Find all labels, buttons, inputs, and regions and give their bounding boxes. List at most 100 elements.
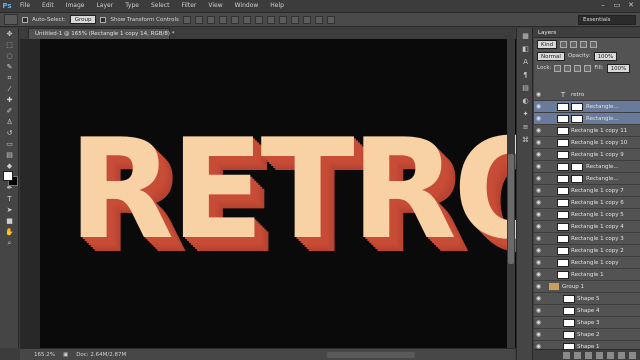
distribute-middle-icon[interactable] xyxy=(266,15,275,24)
crop-tool-icon[interactable]: ⌗ xyxy=(5,74,14,83)
layer-mask-thumbnail[interactable] xyxy=(571,162,583,171)
distribute-left-icon[interactable] xyxy=(290,15,299,24)
visibility-eye-icon[interactable]: ◉ xyxy=(534,199,543,206)
visibility-eye-icon[interactable]: ◉ xyxy=(534,103,543,110)
layer-mask-thumbnail[interactable] xyxy=(571,174,583,183)
align-top-icon[interactable] xyxy=(182,15,191,24)
layer-row[interactable]: ◉ Tretro xyxy=(534,89,640,101)
healing-brush-icon[interactable]: ✚ xyxy=(5,96,14,105)
layer-row[interactable]: ◉ Rectangle... xyxy=(534,113,640,125)
lock-all-icon[interactable] xyxy=(584,64,592,72)
menu-file[interactable]: File xyxy=(14,0,36,11)
align-bottom-icon[interactable] xyxy=(206,15,215,24)
zoom-level[interactable]: 165.2% xyxy=(34,352,55,358)
layer-row[interactable]: ◉ Rectangle 1 copy 6 xyxy=(534,197,640,209)
menu-select[interactable]: Select xyxy=(145,0,176,11)
align-middle-icon[interactable] xyxy=(194,15,203,24)
menu-view[interactable]: View xyxy=(202,0,228,11)
filter-type-icon[interactable] xyxy=(580,40,588,48)
visibility-eye-icon[interactable]: ◉ xyxy=(534,247,543,254)
layer-row[interactable]: ◉ Group 1 xyxy=(534,281,640,293)
visibility-eye-icon[interactable]: ◉ xyxy=(534,331,543,338)
adjustments-panel-icon[interactable]: ◐ xyxy=(521,97,530,106)
link-layers-icon[interactable] xyxy=(563,351,570,359)
visibility-eye-icon[interactable]: ◉ xyxy=(534,319,543,326)
layer-row[interactable]: ◉ Rectangle 1 copy 4 xyxy=(534,221,640,233)
layer-filter-kind[interactable]: Kind xyxy=(537,39,558,49)
layer-row[interactable]: ◉ Rectangle 1 xyxy=(534,269,640,281)
move-tool-icon[interactable]: ✥ xyxy=(5,30,14,39)
menu-edit[interactable]: Edit xyxy=(36,0,60,11)
visibility-eye-icon[interactable]: ◉ xyxy=(534,283,543,290)
filter-pixel-icon[interactable] xyxy=(560,40,568,48)
visibility-eye-icon[interactable]: ◉ xyxy=(534,259,543,266)
hand-tool-icon[interactable]: ✋ xyxy=(5,228,14,237)
layer-mask-thumbnail[interactable] xyxy=(571,102,583,111)
canvas[interactable]: RETRO xyxy=(40,39,527,348)
vertical-scroll-thumb[interactable] xyxy=(508,154,514,264)
distribute-right-icon[interactable] xyxy=(314,15,323,24)
layer-row[interactable]: ◉ Rectangle 1 copy 2 xyxy=(534,245,640,257)
visibility-eye-icon[interactable]: ◉ xyxy=(534,163,543,170)
layer-row[interactable]: ◉ Shape 4 xyxy=(534,305,640,317)
paths-panel-icon[interactable]: ⌘ xyxy=(521,136,530,145)
menu-filter[interactable]: Filter xyxy=(176,0,203,11)
delete-layer-icon[interactable] xyxy=(629,351,636,359)
vertical-scrollbar[interactable] xyxy=(507,39,515,348)
distribute-bottom-icon[interactable] xyxy=(278,15,287,24)
layer-row[interactable]: ◉ Rectangle... xyxy=(534,161,640,173)
horizontal-scrollbar[interactable] xyxy=(327,352,415,358)
zoom-tool-icon[interactable]: ⌕ xyxy=(5,239,14,248)
lasso-tool-icon[interactable]: ◌ xyxy=(5,52,14,61)
eyedropper-tool-icon[interactable]: ⁄ xyxy=(5,85,14,94)
close-button[interactable]: ✕ xyxy=(626,1,636,9)
layer-row[interactable]: ◉ Rectangle 1 copy 7 xyxy=(534,185,640,197)
paragraph-panel-icon[interactable]: ¶ xyxy=(521,71,530,80)
swatches-panel-icon[interactable]: ▤ xyxy=(521,84,530,93)
properties-panel-icon[interactable]: ◧ xyxy=(521,45,530,54)
layer-row[interactable]: ◉ Shape 2 xyxy=(534,329,640,341)
character-panel-icon[interactable]: A xyxy=(521,58,530,67)
visibility-eye-icon[interactable]: ◉ xyxy=(534,127,543,134)
clone-stamp-icon[interactable]: ♙ xyxy=(5,118,14,127)
history-panel-icon[interactable]: ▦ xyxy=(521,32,530,41)
align-right-icon[interactable] xyxy=(242,15,251,24)
adjustment-layer-icon[interactable] xyxy=(596,351,603,359)
visibility-eye-icon[interactable]: ◉ xyxy=(534,307,543,314)
document-tab[interactable]: Untitled-1 @ 165% (Rectangle 1 copy 14, … xyxy=(28,28,174,39)
new-group-icon[interactable] xyxy=(607,351,614,359)
align-center-icon[interactable] xyxy=(230,15,239,24)
auto-select-dropdown[interactable]: Group xyxy=(69,15,97,24)
path-select-icon[interactable]: ➤ xyxy=(5,206,14,215)
layer-mask-thumbnail[interactable] xyxy=(571,114,583,123)
layer-row[interactable]: ◉ Shape 5 xyxy=(534,293,640,305)
layer-row[interactable]: ◉ Rectangle... xyxy=(534,101,640,113)
menu-window[interactable]: Window xyxy=(229,0,265,11)
foreground-color-swatch[interactable] xyxy=(3,171,13,181)
filter-adjustment-icon[interactable] xyxy=(570,40,578,48)
visibility-eye-icon[interactable]: ◉ xyxy=(534,187,543,194)
layer-row[interactable]: ◉ Rectangle 1 copy 3 xyxy=(534,233,640,245)
brush-tool-icon[interactable]: ✐ xyxy=(5,107,14,116)
lock-pixels-icon[interactable] xyxy=(564,64,572,72)
lock-transparency-icon[interactable] xyxy=(554,64,562,72)
fill-field[interactable]: 100% xyxy=(606,63,631,73)
visibility-eye-icon[interactable]: ◉ xyxy=(534,271,543,278)
move-tool-preset-icon[interactable] xyxy=(4,14,18,25)
quick-select-tool-icon[interactable]: ✎ xyxy=(5,63,14,72)
add-mask-icon[interactable] xyxy=(585,351,592,359)
channels-panel-icon[interactable]: ≡ xyxy=(521,123,530,132)
visibility-eye-icon[interactable]: ◉ xyxy=(534,139,543,146)
layers-tab[interactable]: Layers xyxy=(538,30,556,36)
visibility-eye-icon[interactable]: ◉ xyxy=(534,211,543,218)
workspace-switcher[interactable]: Essentials xyxy=(578,15,636,25)
shape-tool-icon[interactable]: ■ xyxy=(5,217,14,226)
menu-image[interactable]: Image xyxy=(60,0,91,11)
minimize-button[interactable]: – xyxy=(598,1,608,9)
styles-panel-icon[interactable]: ✦ xyxy=(521,110,530,119)
layer-row[interactable]: ◉ Rectangle 1 copy 5 xyxy=(534,209,640,221)
3d-mode-icon[interactable] xyxy=(326,15,335,24)
opacity-field[interactable]: 100% xyxy=(593,51,618,61)
visibility-eye-icon[interactable]: ◉ xyxy=(534,91,543,98)
eraser-tool-icon[interactable]: ▭ xyxy=(5,140,14,149)
